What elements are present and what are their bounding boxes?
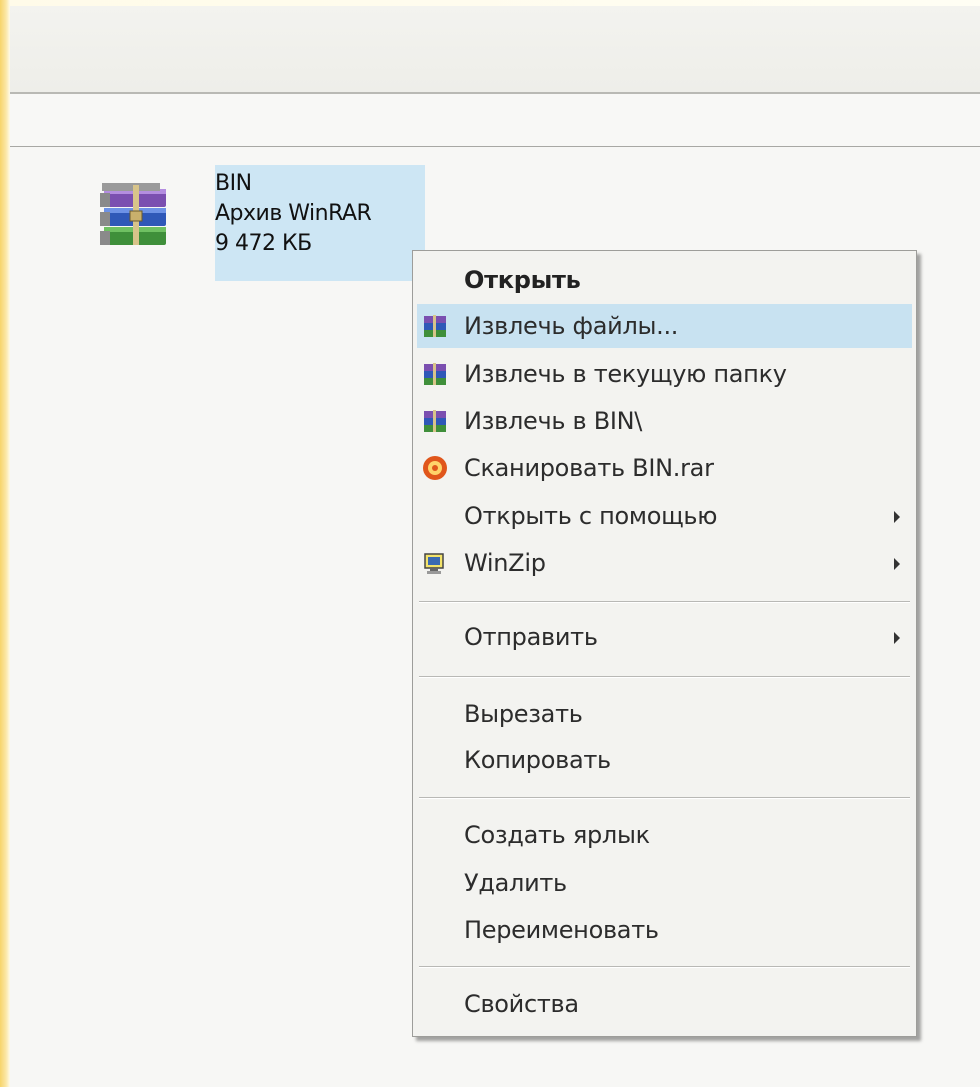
menu-item-open-with[interactable]: Открыть с помощью [417, 494, 912, 538]
menu-item-open[interactable]: Открыть [417, 258, 912, 302]
menu-item-label: Свойства [464, 990, 579, 1018]
submenu-arrow-icon [894, 632, 900, 644]
menu-item-create-shortcut[interactable]: Создать ярлык [417, 813, 912, 857]
submenu-arrow-icon [894, 558, 900, 570]
menu-item-label: Отправить [464, 623, 598, 651]
menu-item-extract-files[interactable]: Извлечь файлы... [417, 304, 912, 348]
file-item-bin[interactable]: BIN Архив WinRAR 9 472 КБ [100, 165, 440, 285]
menu-item-label: Открыть с помощью [464, 502, 718, 530]
menu-item-label: Копировать [464, 746, 611, 774]
menu-item-winzip[interactable]: WinZip [417, 541, 912, 585]
file-label[interactable]: BIN Архив WinRAR 9 472 КБ [215, 165, 425, 281]
submenu-arrow-icon [894, 511, 900, 523]
winrar-icon [424, 410, 446, 432]
menu-item-properties[interactable]: Свойства [417, 982, 912, 1026]
menu-item-label: Извлечь в BIN\ [464, 407, 643, 435]
address-bar[interactable] [10, 94, 980, 147]
antivirus-icon [423, 456, 447, 480]
menu-item-delete[interactable]: Удалить [417, 861, 912, 905]
menu-separator [419, 676, 910, 678]
menu-item-scan[interactable]: Сканировать BIN.rar [417, 446, 912, 490]
menu-item-extract-here[interactable]: Извлечь в текущую папку [417, 352, 912, 396]
menu-item-extract-to-bin[interactable]: Извлечь в BIN\ [417, 399, 912, 443]
context-menu: Открыть Извлечь файлы... Извлечь в текущ… [412, 250, 917, 1037]
file-name: BIN [215, 171, 252, 196]
file-type: Архив WinRAR [215, 201, 372, 226]
menu-item-label: Вырезать [464, 700, 583, 728]
menu-item-send-to[interactable]: Отправить [417, 615, 912, 659]
menu-item-label: Удалить [464, 869, 567, 897]
menu-separator [419, 966, 910, 968]
menu-item-label: Открыть [464, 266, 581, 294]
menu-item-label: Извлечь файлы... [464, 312, 679, 340]
menu-item-label: WinZip [464, 549, 546, 577]
winzip-icon [424, 553, 444, 574]
menu-item-label: Извлечь в текущую папку [464, 360, 787, 388]
winrar-archive-icon [100, 183, 166, 245]
menu-item-label: Переименовать [464, 916, 659, 944]
menu-item-label: Сканировать BIN.rar [464, 454, 714, 482]
winrar-icon [424, 363, 446, 385]
menu-separator [419, 601, 910, 603]
toolbar [10, 6, 980, 94]
file-size: 9 472 КБ [215, 231, 312, 256]
menu-item-cut[interactable]: Вырезать [417, 692, 912, 736]
menu-item-rename[interactable]: Переименовать [417, 908, 912, 952]
menu-separator [419, 797, 910, 799]
winrar-icon [424, 315, 446, 337]
menu-item-copy[interactable]: Копировать [417, 738, 912, 782]
menu-item-label: Создать ярлык [464, 821, 650, 849]
